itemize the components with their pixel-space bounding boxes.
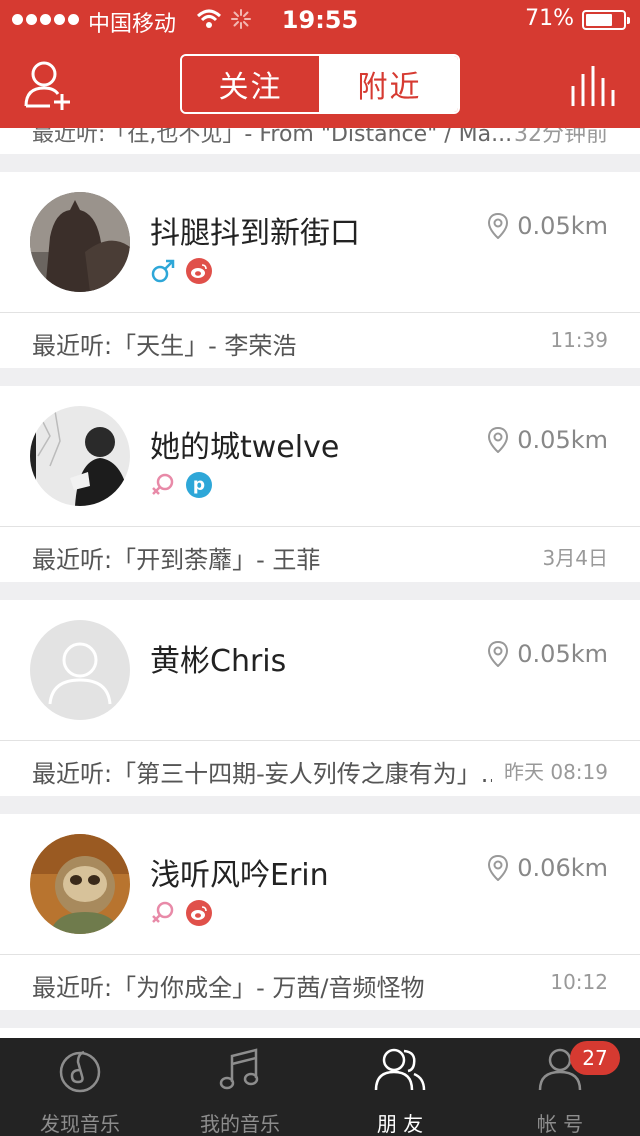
battery-icon [582, 10, 630, 30]
tab-discover-music[interactable]: 发现音乐 [0, 1038, 160, 1136]
follow-nearby-segmented-control: 关注 附近 [180, 54, 460, 114]
location-pin-icon [488, 641, 509, 667]
user-badges [150, 900, 212, 926]
female-icon [152, 473, 174, 495]
weibo-icon[interactable] [186, 258, 212, 284]
distance: 0.06km [487, 854, 608, 882]
battery-percent: 71% [525, 6, 574, 31]
divider [0, 954, 640, 955]
tab-label: 发现音乐 [40, 1112, 120, 1136]
recent-track-text: 最近听:「为你成全」- 万茜/音频怪物 [32, 974, 425, 1002]
location-pin-icon [488, 427, 509, 453]
stats-icon [571, 66, 615, 106]
app: 中国移动 19:55 71% 关注 附近 最近听:「往,也不见」- From "… [0, 0, 640, 1136]
avatar[interactable] [30, 192, 130, 292]
divider [0, 740, 640, 741]
female-icon [152, 901, 174, 923]
recent-time: 11:39 [550, 328, 608, 352]
friends-icon [374, 1046, 426, 1098]
distance: 0.05km [487, 426, 608, 454]
distance-value: 0.05km [517, 640, 608, 668]
battery-level [586, 14, 612, 26]
user-card[interactable]: 抖腿抖到新街口 0.05km 最近听:「天生」- 李荣浩 11:39 [0, 172, 640, 368]
male-icon [151, 259, 175, 283]
distance-value: 0.06km [517, 854, 608, 882]
account-notification-badge: 27 [570, 1041, 620, 1075]
user-card[interactable]: 她的城twelve 0.05km p 最近听:「开到荼蘼」- 王菲 3月4日 [0, 386, 640, 582]
tab-label: 帐 号 [536, 1112, 584, 1136]
weibo-icon[interactable] [186, 900, 212, 926]
user-name: 抖腿抖到新街口 [150, 216, 360, 251]
user-name: 黄彬Chris [150, 644, 287, 679]
my-music-icon [216, 1046, 264, 1098]
divider [0, 312, 640, 313]
user-card-partial[interactable] [0, 1028, 640, 1038]
header: 中国移动 19:55 71% 关注 附近 [0, 0, 640, 128]
tab-friends[interactable]: 朋 友 [320, 1038, 480, 1136]
location-pin-icon [488, 855, 509, 881]
tab-my-music[interactable]: 我的音乐 [160, 1038, 320, 1136]
tab-follow[interactable]: 关注 [182, 56, 321, 112]
stats-button[interactable] [570, 64, 616, 108]
recent-time: 3月4日 [542, 546, 608, 570]
recent-time: 昨天 08:19 [504, 760, 608, 784]
divider [0, 526, 640, 527]
avatar[interactable] [30, 406, 130, 506]
distance-value: 0.05km [517, 212, 608, 240]
add-friend-icon [24, 61, 70, 110]
distance: 0.05km [487, 212, 608, 240]
recent-track-text: 最近听:「往,也不见」- From "Distance" / Ma... [32, 128, 513, 147]
distance-value: 0.05km [517, 426, 608, 454]
nearby-users-list[interactable]: 最近听:「往,也不见」- From "Distance" / Ma... 32分… [0, 128, 640, 1038]
add-friend-button[interactable] [22, 58, 76, 112]
recent-track-text: 最近听:「第三十四期-妄人列传之康有为」... [32, 760, 492, 788]
recent-track-text: 最近听:「开到荼蘼」- 王菲 [32, 546, 321, 574]
location-pin-icon [488, 213, 509, 239]
recent-time: 10:12 [550, 970, 608, 994]
user-card[interactable]: 黄彬Chris 0.05km 最近听:「第三十四期-妄人列传之康有为」... 昨… [0, 600, 640, 796]
user-name: 浅听风吟Erin [150, 858, 329, 893]
tab-label: 我的音乐 [200, 1112, 280, 1136]
user-badges [150, 258, 212, 284]
p-badge-icon[interactable]: p [186, 472, 212, 498]
user-name: 她的城twelve [150, 430, 340, 465]
recent-time: 32分钟前 [514, 128, 608, 147]
list-item-partial[interactable]: 最近听:「往,也不见」- From "Distance" / Ma... 32分… [0, 128, 640, 154]
default-avatar[interactable] [30, 620, 130, 720]
status-bar: 中国移动 19:55 71% [0, 0, 640, 40]
distance: 0.05km [487, 640, 608, 668]
bottom-tab-bar: 发现音乐 我的音乐 朋 友 帐 号 [0, 1038, 640, 1136]
recent-track-text: 最近听:「天生」- 李荣浩 [32, 332, 297, 360]
default-avatar-icon [30, 620, 130, 720]
user-card[interactable]: 浅听风吟Erin 0.06km 最近听:「为你成全」- 万茜/音频怪物 10:1… [0, 814, 640, 1010]
tab-label: 朋 友 [376, 1112, 424, 1136]
avatar[interactable] [30, 834, 130, 934]
discover-music-icon [56, 1046, 104, 1098]
user-badges: p [150, 472, 212, 498]
tab-nearby[interactable]: 附近 [321, 56, 458, 112]
